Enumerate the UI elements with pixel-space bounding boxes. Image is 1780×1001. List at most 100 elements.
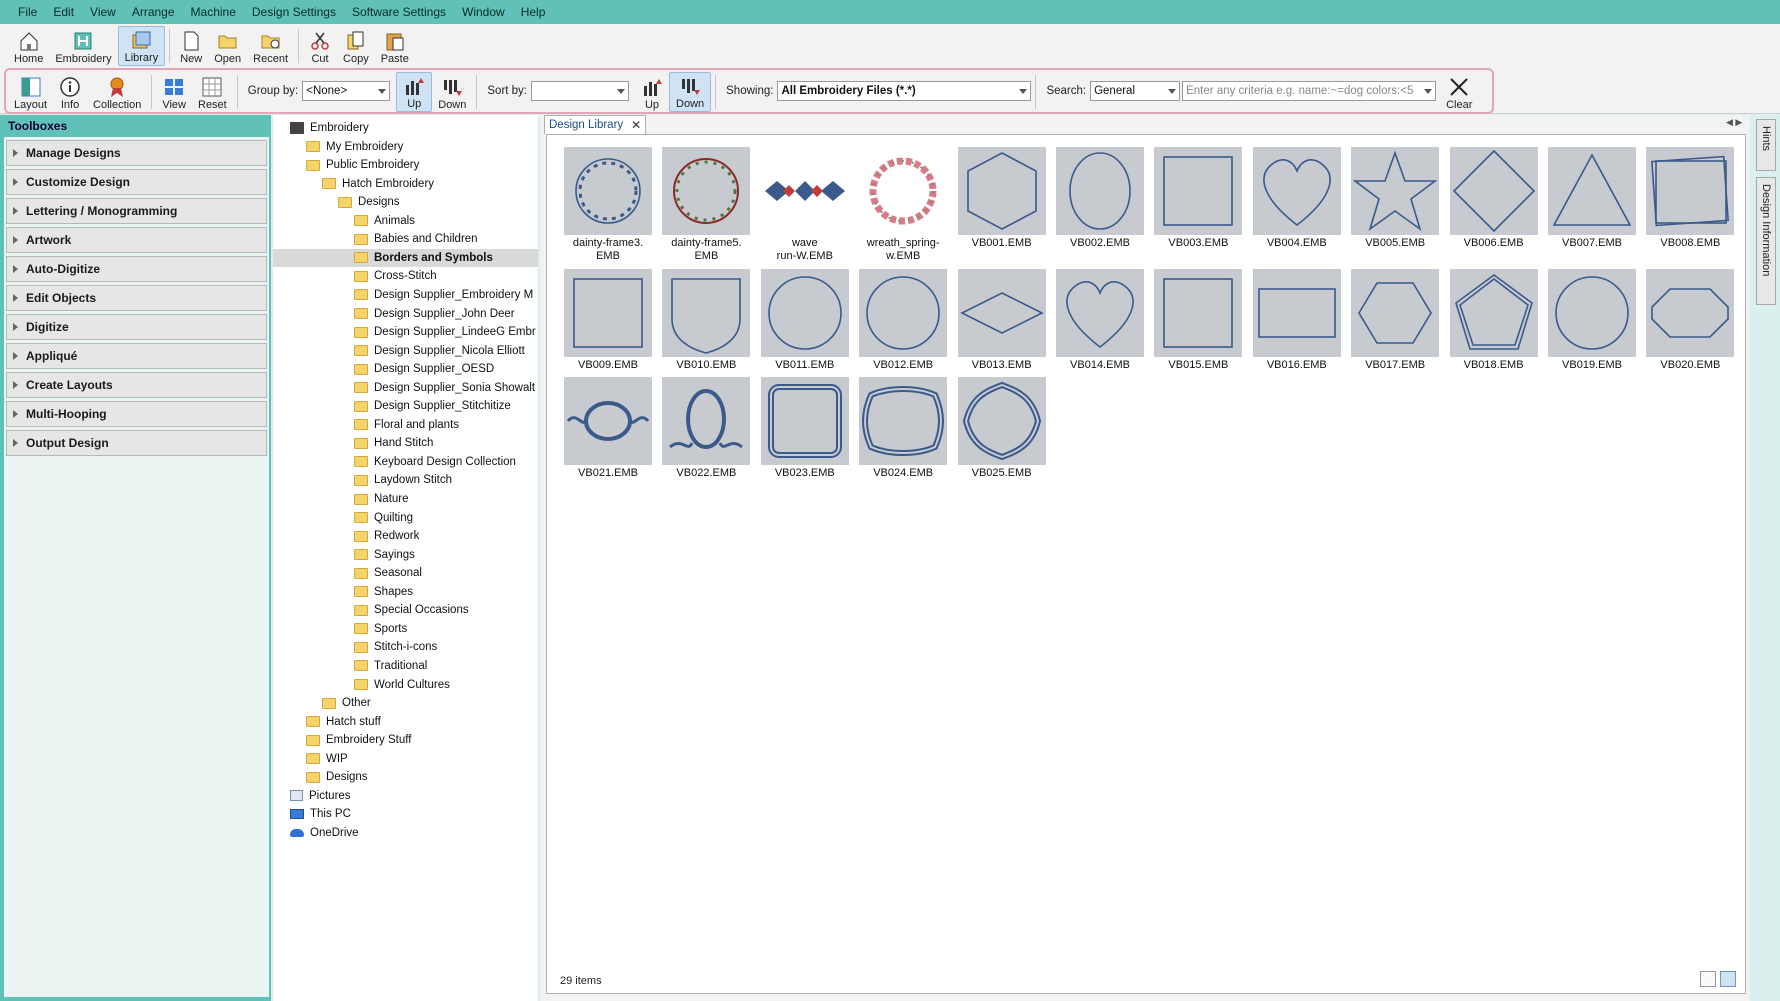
tree-item-laydown-stitch[interactable]: Laydown Stitch xyxy=(354,471,452,489)
tree-item-borders-and-symbols[interactable]: Borders and Symbols xyxy=(273,248,538,267)
tree-item-designs[interactable]: Designs xyxy=(306,768,368,786)
menu-file[interactable]: File xyxy=(10,5,45,19)
tree-item-floral-and-plants[interactable]: Floral and plants xyxy=(354,416,459,434)
tree-item-embroidery[interactable]: Embroidery xyxy=(290,119,369,137)
new-button[interactable]: New xyxy=(174,26,208,66)
toolbox-artwork[interactable]: Artwork xyxy=(6,227,267,253)
tree-item-stitch-i-cons[interactable]: Stitch-i-cons xyxy=(354,638,437,656)
design-item[interactable]: VB018.EMB xyxy=(1449,269,1539,372)
search-scope-select[interactable]: General xyxy=(1090,81,1181,101)
embroidery-button[interactable]: Embroidery xyxy=(49,26,117,66)
tree-item-babies-and-children[interactable]: Babies and Children xyxy=(354,230,478,248)
design-item[interactable]: VB013.EMB xyxy=(957,269,1047,372)
group-by-select[interactable]: <None> xyxy=(302,81,391,101)
menu-design-settings[interactable]: Design Settings xyxy=(244,5,344,19)
thumbnail-view-button[interactable] xyxy=(1720,971,1736,987)
tree-item-hand-stitch[interactable]: Hand Stitch xyxy=(354,434,433,452)
tree-item-design-supplier-john-deer[interactable]: Design Supplier_John Deer xyxy=(354,305,515,323)
toolbox-digitize[interactable]: Digitize xyxy=(6,314,267,340)
tab-scroll-arrows[interactable]: ◀ ▶ xyxy=(1726,117,1742,128)
menu-view[interactable]: View xyxy=(82,5,124,19)
home-button[interactable]: Home xyxy=(8,26,49,66)
design-item[interactable]: VB012.EMB xyxy=(858,269,948,372)
tree-item-keyboard-design-collection[interactable]: Keyboard Design Collection xyxy=(354,453,516,471)
tree-item-cross-stitch[interactable]: Cross-Stitch xyxy=(354,267,437,285)
toolbox-multi-hooping[interactable]: Multi-Hooping xyxy=(6,401,267,427)
toolbox-manage-designs[interactable]: Manage Designs xyxy=(6,140,267,166)
design-item[interactable]: VB010.EMB xyxy=(661,269,751,372)
group-down-button[interactable]: Down xyxy=(432,72,472,112)
recent-button[interactable]: Recent xyxy=(247,26,294,66)
design-item[interactable]: dainty-frame3. EMB xyxy=(563,147,653,263)
design-item[interactable]: VB020.EMB xyxy=(1645,269,1735,372)
tree-item-traditional[interactable]: Traditional xyxy=(354,657,427,675)
tree-item-sayings[interactable]: Sayings xyxy=(354,546,415,564)
showing-select[interactable]: All Embroidery Files (*.*) xyxy=(777,81,1032,101)
design-item[interactable]: dainty-frame5. EMB xyxy=(661,147,751,263)
tree-item-wip[interactable]: WIP xyxy=(306,750,348,768)
layout-button[interactable]: Layout xyxy=(8,72,53,112)
design-item[interactable]: VB016.EMB xyxy=(1252,269,1342,372)
menu-help[interactable]: Help xyxy=(513,5,554,19)
menu-window[interactable]: Window xyxy=(454,5,513,19)
design-item[interactable]: VB014.EMB xyxy=(1055,269,1145,372)
menu-machine[interactable]: Machine xyxy=(183,5,244,19)
tree-item-embroidery-stuff[interactable]: Embroidery Stuff xyxy=(306,731,411,749)
tree-item-design-supplier-lindeeg-embr[interactable]: Design Supplier_LindeeG Embr xyxy=(354,323,536,341)
tree-item-hatch-embroidery[interactable]: Hatch Embroidery xyxy=(322,175,434,193)
design-item[interactable]: VB017.EMB xyxy=(1350,269,1440,372)
design-item[interactable]: VB003.EMB xyxy=(1153,147,1243,250)
menu-edit[interactable]: Edit xyxy=(45,5,82,19)
tree-item-design-supplier-stitchitize[interactable]: Design Supplier_Stitchitize xyxy=(354,397,511,415)
tree-item-world-cultures[interactable]: World Cultures xyxy=(354,676,450,694)
collection-button[interactable]: Collection xyxy=(87,72,147,112)
design-item[interactable]: VB006.EMB xyxy=(1449,147,1539,250)
toolbox-auto-digitize[interactable]: Auto-Digitize xyxy=(6,256,267,282)
design-item[interactable]: VB005.EMB xyxy=(1350,147,1440,250)
tree-item-my-embroidery[interactable]: My Embroidery xyxy=(306,138,403,156)
cut-button[interactable]: Cut xyxy=(303,26,337,66)
toolbox-customize-design[interactable]: Customize Design xyxy=(6,169,267,195)
design-item[interactable]: VB009.EMB xyxy=(563,269,653,372)
design-item[interactable]: VB007.EMB xyxy=(1547,147,1637,250)
tree-item-other[interactable]: Other xyxy=(322,694,371,712)
toolbox-output-design[interactable]: Output Design xyxy=(6,430,267,456)
tree-item-design-supplier-embroidery-m[interactable]: Design Supplier_Embroidery M xyxy=(354,286,533,304)
tree-item-public-embroidery[interactable]: Public Embroidery xyxy=(306,156,419,174)
tree-item-nature[interactable]: Nature xyxy=(354,490,409,508)
tree-item-shapes[interactable]: Shapes xyxy=(354,583,413,601)
tree-item-quilting[interactable]: Quilting xyxy=(354,509,413,527)
tree-item-sports[interactable]: Sports xyxy=(354,620,407,638)
design-item[interactable]: VB022.EMB xyxy=(661,377,751,480)
sort-down-button[interactable]: Down xyxy=(669,72,712,112)
design-item[interactable]: VB004.EMB xyxy=(1252,147,1342,250)
design-item[interactable]: VB011.EMB xyxy=(760,269,850,372)
sort-up-button[interactable]: Up xyxy=(635,72,669,112)
design-item[interactable]: VB021.EMB xyxy=(563,377,653,480)
tree-item-design-supplier-oesd[interactable]: Design Supplier_OESD xyxy=(354,360,494,378)
details-view-button[interactable] xyxy=(1700,971,1716,987)
toolbox-lettering-monogramming[interactable]: Lettering / Monogramming xyxy=(6,198,267,224)
design-item[interactable]: VB015.EMB xyxy=(1153,269,1243,372)
clear-button[interactable]: Clear xyxy=(1440,72,1478,112)
tree-item-this-pc[interactable]: This PC xyxy=(290,805,351,823)
copy-button[interactable]: Copy xyxy=(337,26,375,66)
tree-item-animals[interactable]: Animals xyxy=(354,212,415,230)
tree-item-seasonal[interactable]: Seasonal xyxy=(354,564,422,582)
design-item[interactable]: VB025.EMB xyxy=(957,377,1047,480)
design-item[interactable]: VB001.EMB xyxy=(957,147,1047,250)
design-item[interactable]: wreath_spring- w.EMB xyxy=(858,147,948,263)
design-item[interactable]: VB023.EMB xyxy=(760,377,850,480)
tree-item-special-occasions[interactable]: Special Occasions xyxy=(354,601,469,619)
tree-item-hatch-stuff[interactable]: Hatch stuff xyxy=(306,713,381,731)
tab-design-library[interactable]: Design Library ✕ xyxy=(544,115,647,134)
paste-button[interactable]: Paste xyxy=(375,26,415,66)
close-icon[interactable]: ✕ xyxy=(631,118,641,132)
toolbox-edit-objects[interactable]: Edit Objects xyxy=(6,285,267,311)
tab-design-information[interactable]: Design Information xyxy=(1756,177,1776,305)
search-input[interactable]: Enter any criteria e.g. name:~=dog color… xyxy=(1182,81,1437,101)
sort-by-select[interactable] xyxy=(531,81,630,101)
toolbox-create-layouts[interactable]: Create Layouts xyxy=(6,372,267,398)
menu-arrange[interactable]: Arrange xyxy=(124,5,183,19)
tree-item-pictures[interactable]: Pictures xyxy=(290,787,351,805)
